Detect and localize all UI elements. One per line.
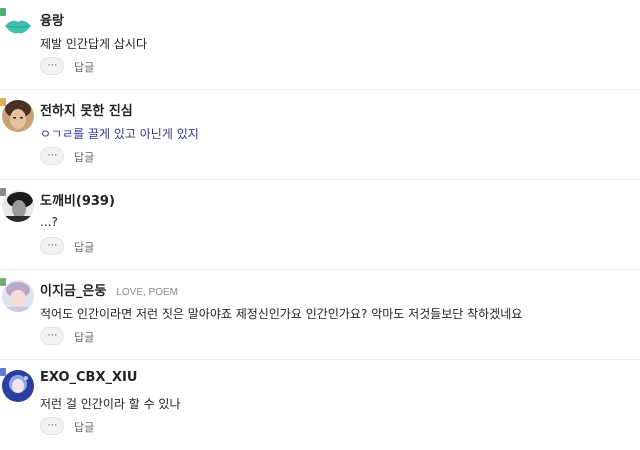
comment-item: 도깨비(939) ...? ⋯ 답글 [0, 180, 640, 270]
comment-body: 적어도 인간이라면 저런 짓은 말아야죠 제정신인가요 인간인가요? 악마도 저… [40, 307, 523, 321]
comment-author[interactable]: EXO_CBX_XIU [40, 370, 137, 385]
comment-author[interactable]: 융랑 [40, 10, 64, 29]
comment-item: 이지금_은둥 LOVE, POEM 적어도 인간이라면 저런 짓은 말아야죠 제정… [0, 270, 640, 360]
avatar[interactable] [2, 190, 34, 222]
author-name[interactable]: 전하지 못한 진심 [40, 104, 133, 119]
reply-button[interactable]: 답글 [74, 329, 94, 345]
reply-button[interactable]: 답글 [74, 149, 94, 165]
avatar[interactable] [2, 280, 34, 312]
comment-item: 전하지 못한 진심 ㅇㄱㄹ를 끌게 있고 아닌게 있지 ⋯ 답글 [0, 90, 640, 180]
avatar[interactable] [2, 370, 34, 402]
author-name[interactable]: EXO_CBX_XIU [40, 370, 137, 385]
comment-item: EXO_CBX_XIU 저런 걸 인간이라 할 수 있나 ⋯ 답글 [0, 360, 640, 450]
author-tag: LOVE, POEM [116, 287, 178, 298]
avatar[interactable] [2, 10, 34, 42]
comment-body: 제발 인간답게 삽시다 [40, 37, 147, 51]
more-options-button[interactable]: ⋯ [40, 57, 64, 75]
comment-author[interactable]: 도깨비(939) [40, 190, 115, 209]
comment-list: 융랑 제발 인간답게 삽시다 ⋯ 답글 전하지 못한 진심 ㅇㄱㄹ를 끌게 있고… [0, 0, 640, 450]
reply-button[interactable]: 답글 [74, 59, 94, 75]
more-options-button[interactable]: ⋯ [40, 327, 64, 345]
reply-button[interactable]: 답글 [74, 419, 94, 435]
comment-body: 저런 걸 인간이라 할 수 있나 [40, 397, 181, 411]
comment-author[interactable]: 전하지 못한 진심 [40, 100, 133, 119]
avatar[interactable] [2, 100, 34, 132]
more-options-button[interactable]: ⋯ [40, 417, 64, 435]
more-options-button[interactable]: ⋯ [40, 237, 64, 255]
more-options-button[interactable]: ⋯ [40, 147, 64, 165]
author-name[interactable]: 도깨비(939) [40, 194, 115, 209]
comment-author[interactable]: 이지금_은둥 LOVE, POEM [40, 280, 178, 299]
comment-item: 융랑 제발 인간답게 삽시다 ⋯ 답글 [0, 0, 640, 90]
reply-button[interactable]: 답글 [74, 239, 94, 255]
comment-body: ㅇㄱㄹ를 끌게 있고 아닌게 있지 [40, 127, 199, 141]
author-name[interactable]: 이지금_은둥 [40, 284, 106, 299]
author-name[interactable]: 융랑 [40, 14, 64, 29]
comment-body: ...? [40, 215, 58, 229]
